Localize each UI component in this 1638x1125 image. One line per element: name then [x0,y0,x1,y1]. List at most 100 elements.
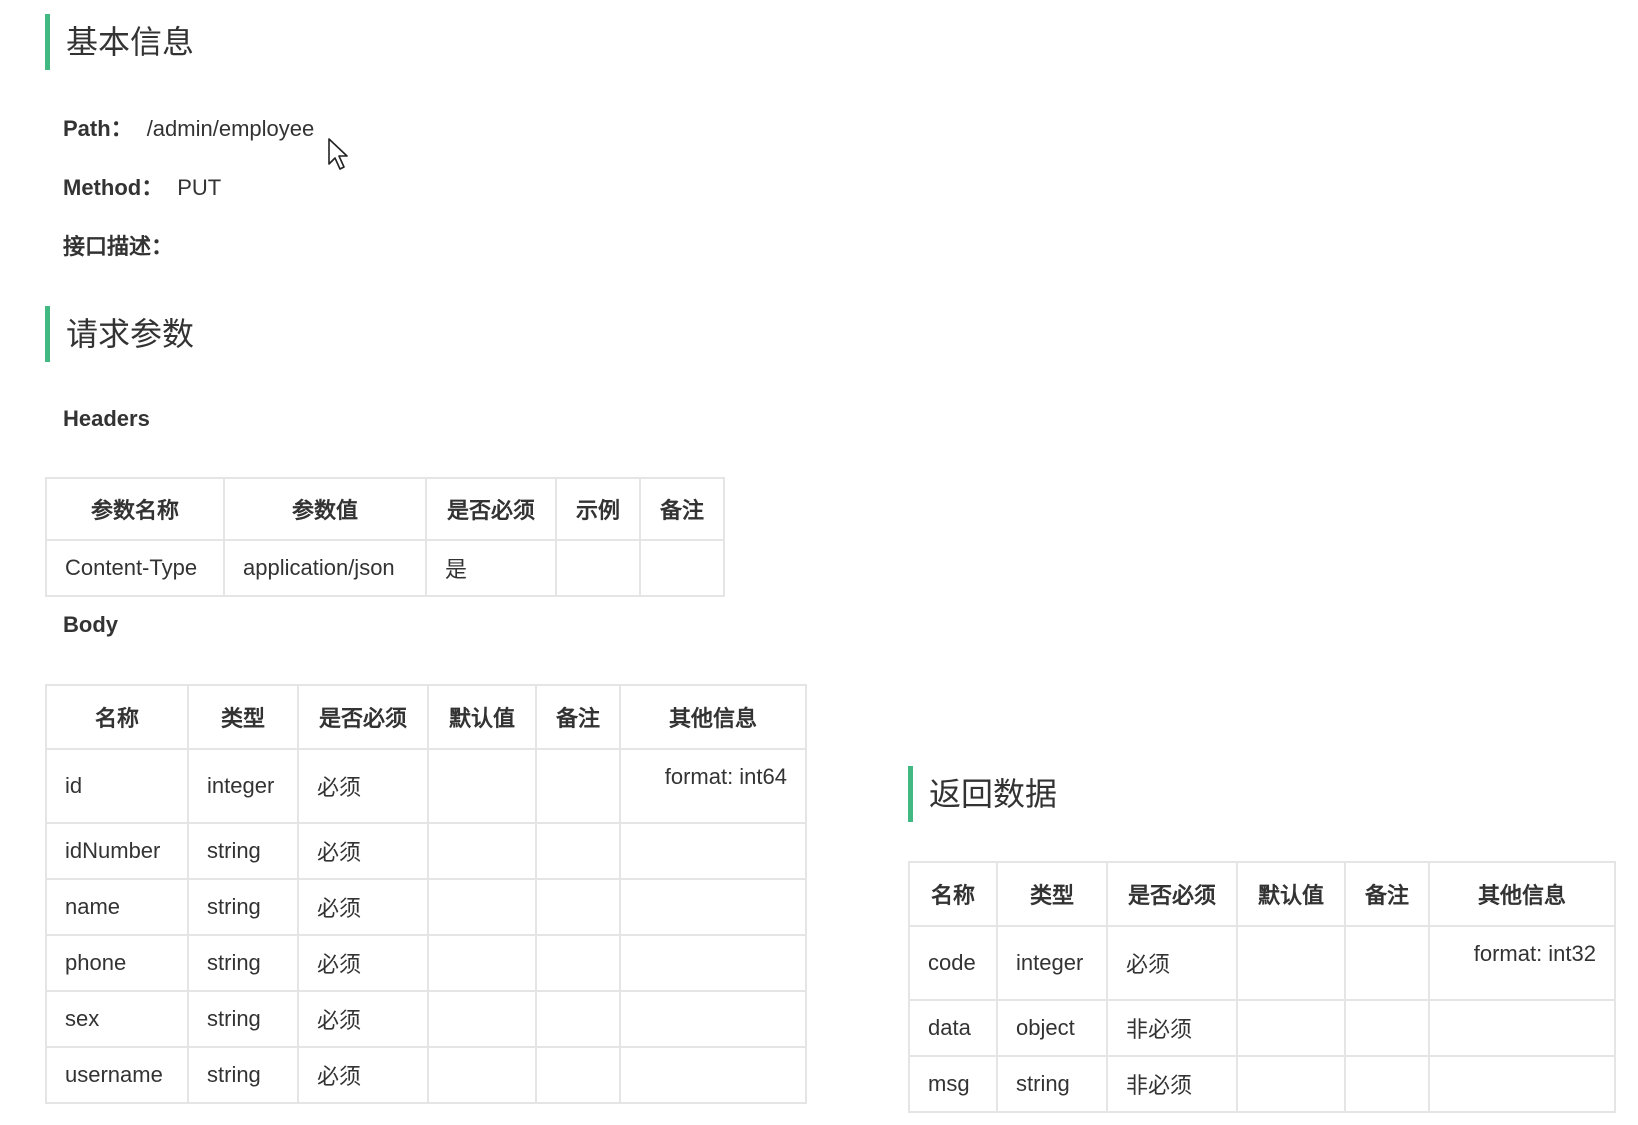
table-cell: 必须 [297,748,429,824]
mouse-cursor-icon [328,138,348,170]
headers-col-4: 备注 [639,477,725,541]
method-line: Method： PUT [63,173,221,203]
body-col-3: 默认值 [427,684,537,750]
table-cell [1236,925,1346,1001]
table-cell [619,990,807,1048]
body-col-0: 名称 [45,684,189,750]
table-cell [1344,999,1430,1057]
table-cell: string [187,990,299,1048]
table-row: phone string 必须 [45,934,807,992]
table-cell: 必须 [297,934,429,992]
table-cell [555,539,641,597]
section-title-basic-info: 基本信息 [45,14,194,70]
table-cell [535,934,621,992]
table-row: username string 必须 [45,1046,807,1104]
table-cell [1344,925,1430,1001]
table-cell: string [187,822,299,880]
table-cell [535,990,621,1048]
description-line: 接口描述： [63,232,173,262]
table-row: idNumber string 必须 [45,822,807,880]
table-cell: username [45,1046,189,1104]
table-cell [535,1046,621,1104]
section-title-request-params: 请求参数 [45,306,194,362]
path-line: Path： /admin/employee [63,114,314,144]
table-cell: string [187,934,299,992]
headers-col-2: 是否必须 [425,477,557,541]
table-cell [619,822,807,880]
table-cell: 非必须 [1106,999,1238,1057]
table-row: sex string 必须 [45,990,807,1048]
table-cell: 必须 [297,1046,429,1104]
table-cell: sex [45,990,189,1048]
table-row: code integer 必须 format: int32 [908,925,1616,1001]
table-cell: string [187,1046,299,1104]
response-col-3: 默认值 [1236,861,1346,927]
table-cell: string [187,878,299,936]
table-cell: format: int64 [619,748,807,824]
table-cell [1236,999,1346,1057]
table-cell [1236,1055,1346,1113]
table-cell: object [996,999,1108,1057]
body-label: Body [63,612,118,637]
table-cell: 必须 [297,990,429,1048]
table-cell: 必须 [1106,925,1238,1001]
table-cell [535,822,621,880]
method-label: Method： [63,175,164,200]
table-cell [619,1046,807,1104]
table-row: data object 非必须 [908,999,1616,1057]
table-cell [619,878,807,936]
table-cell: name [45,878,189,936]
body-col-5: 其他信息 [619,684,807,750]
table-cell: phone [45,934,189,992]
table-row: Content-Type application/json 是 [45,539,725,597]
response-col-1: 类型 [996,861,1108,927]
table-cell: code [908,925,998,1001]
headers-col-3: 示例 [555,477,641,541]
response-col-5: 其他信息 [1428,861,1616,927]
body-col-1: 类型 [187,684,299,750]
response-table-header: 名称 类型 是否必须 默认值 备注 其他信息 [908,861,1616,927]
table-cell [535,878,621,936]
body-table-header: 名称 类型 是否必须 默认值 备注 其他信息 [45,684,807,750]
table-cell: 必须 [297,822,429,880]
table-row: name string 必须 [45,878,807,936]
table-row: msg string 非必须 [908,1055,1616,1113]
table-cell: idNumber [45,822,189,880]
table-cell [427,990,537,1048]
table-cell [1428,999,1616,1057]
body-col-4: 备注 [535,684,621,750]
table-cell: id [45,748,189,824]
table-cell [427,1046,537,1104]
table-cell [535,748,621,824]
headers-label: Headers [63,406,150,431]
headers-col-1: 参数值 [223,477,427,541]
table-cell: integer [996,925,1108,1001]
table-cell [427,822,537,880]
table-cell: msg [908,1055,998,1113]
table-cell: 是 [425,539,557,597]
method-value: PUT [177,175,222,200]
table-cell [427,934,537,992]
table-cell: data [908,999,998,1057]
table-cell: string [996,1055,1108,1113]
headers-table: 参数名称 参数值 是否必须 示例 备注 Content-Type applica… [45,477,725,597]
table-row: id integer 必须 format: int64 [45,748,807,824]
table-cell: 非必须 [1106,1055,1238,1113]
description-label: 接口描述： [63,234,174,259]
body-col-2: 是否必须 [297,684,429,750]
path-label: Path： [63,116,133,141]
response-table: 名称 类型 是否必须 默认值 备注 其他信息 code integer 必须 f… [908,861,1616,1113]
table-cell [427,878,537,936]
response-col-0: 名称 [908,861,998,927]
section-title-response-data: 返回数据 [908,766,1057,822]
table-cell [619,934,807,992]
table-cell: format: int32 [1428,925,1616,1001]
table-cell: application/json [223,539,427,597]
headers-col-0: 参数名称 [45,477,225,541]
table-cell: Content-Type [45,539,225,597]
path-value: /admin/employee [146,116,315,141]
response-col-4: 备注 [1344,861,1430,927]
response-col-2: 是否必须 [1106,861,1238,927]
table-cell [1344,1055,1430,1113]
table-cell [639,539,725,597]
